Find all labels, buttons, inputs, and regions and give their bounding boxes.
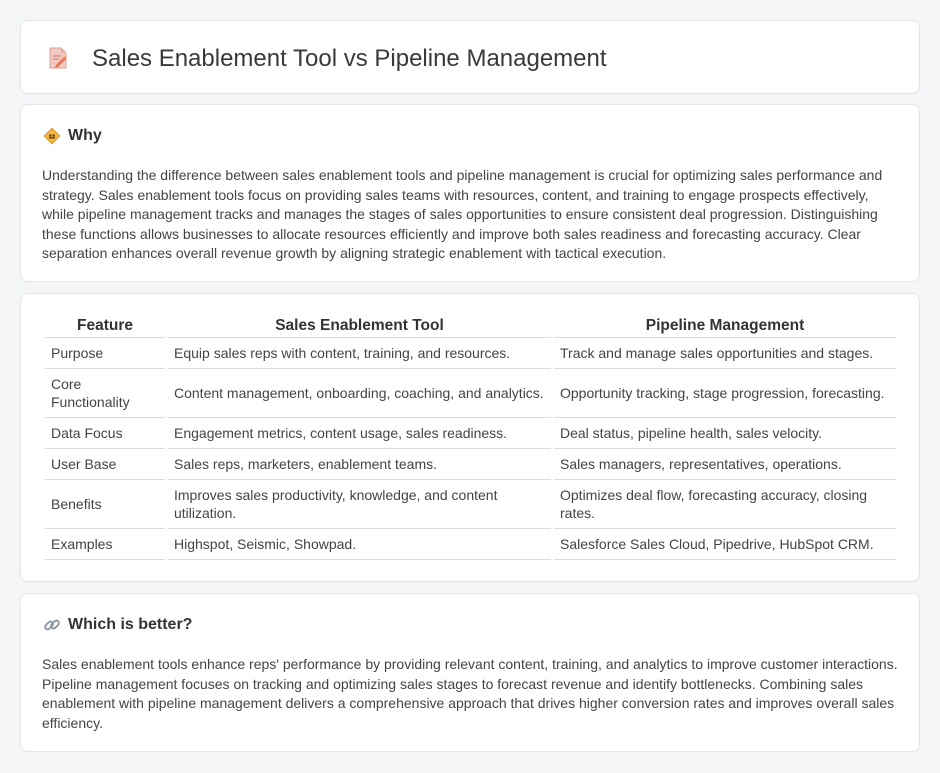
better-title: Which is better? <box>68 616 193 633</box>
pipeline-management-cell: Sales managers, representatives, operati… <box>554 449 896 480</box>
table-row: Data Focus Engagement metrics, content u… <box>45 418 896 449</box>
feature-cell: Core Functionality <box>45 369 165 418</box>
better-heading: Which is better? <box>43 616 192 634</box>
why-section: Why Understanding the difference between… <box>20 104 920 282</box>
sales-enablement-cell: Sales reps, marketers, enablement teams. <box>168 449 551 480</box>
pipeline-management-cell: Salesforce Sales Cloud, Pipedrive, HubSp… <box>554 529 896 560</box>
header-feature: Feature <box>45 314 165 338</box>
sales-enablement-cell: Highspot, Seismic, Showpad. <box>168 529 551 560</box>
table-header-row: Feature Sales Enablement Tool Pipeline M… <box>45 314 896 338</box>
diamond-sign-icon <box>43 127 61 145</box>
link-icon <box>44 619 60 631</box>
feature-cell: Data Focus <box>45 418 165 449</box>
table-row: Benefits Improves sales productivity, kn… <box>45 480 896 529</box>
feature-cell: Benefits <box>45 480 165 529</box>
feature-cell: Purpose <box>45 338 165 369</box>
table-row: Purpose Equip sales reps with content, t… <box>45 338 896 369</box>
header-pipeline-management: Pipeline Management <box>554 314 896 338</box>
document-pencil-icon <box>49 47 67 69</box>
sales-enablement-cell: Improves sales productivity, knowledge, … <box>168 480 551 529</box>
better-text: Sales enablement tools enhance reps' per… <box>42 656 898 731</box>
comparison-table: Feature Sales Enablement Tool Pipeline M… <box>42 314 899 560</box>
table-row: Examples Highspot, Seismic, Showpad. Sal… <box>45 529 896 560</box>
table-row: User Base Sales reps, marketers, enablem… <box>45 449 896 480</box>
table-row: Core Functionality Content management, o… <box>45 369 896 418</box>
why-title: Why <box>68 127 102 144</box>
sales-enablement-cell: Content management, onboarding, coaching… <box>168 369 551 418</box>
why-heading: Why <box>43 127 102 145</box>
pipeline-management-cell: Optimizes deal flow, forecasting accurac… <box>554 480 896 529</box>
page-title: Sales Enablement Tool vs Pipeline Manage… <box>92 45 607 72</box>
header-sales-enablement: Sales Enablement Tool <box>168 314 551 338</box>
pipeline-management-cell: Track and manage sales opportunities and… <box>554 338 896 369</box>
sales-enablement-cell: Engagement metrics, content usage, sales… <box>168 418 551 449</box>
feature-cell: User Base <box>45 449 165 480</box>
which-is-better-section: Which is better? Sales enablement tools … <box>20 593 920 752</box>
comparison-card: Feature Sales Enablement Tool Pipeline M… <box>20 293 920 582</box>
sales-enablement-cell: Equip sales reps with content, training,… <box>168 338 551 369</box>
pipeline-management-cell: Deal status, pipeline health, sales velo… <box>554 418 896 449</box>
feature-cell: Examples <box>45 529 165 560</box>
why-text: Understanding the difference between sal… <box>42 167 883 261</box>
header-card: Sales Enablement Tool vs Pipeline Manage… <box>20 20 920 94</box>
pipeline-management-cell: Opportunity tracking, stage progression,… <box>554 369 896 418</box>
